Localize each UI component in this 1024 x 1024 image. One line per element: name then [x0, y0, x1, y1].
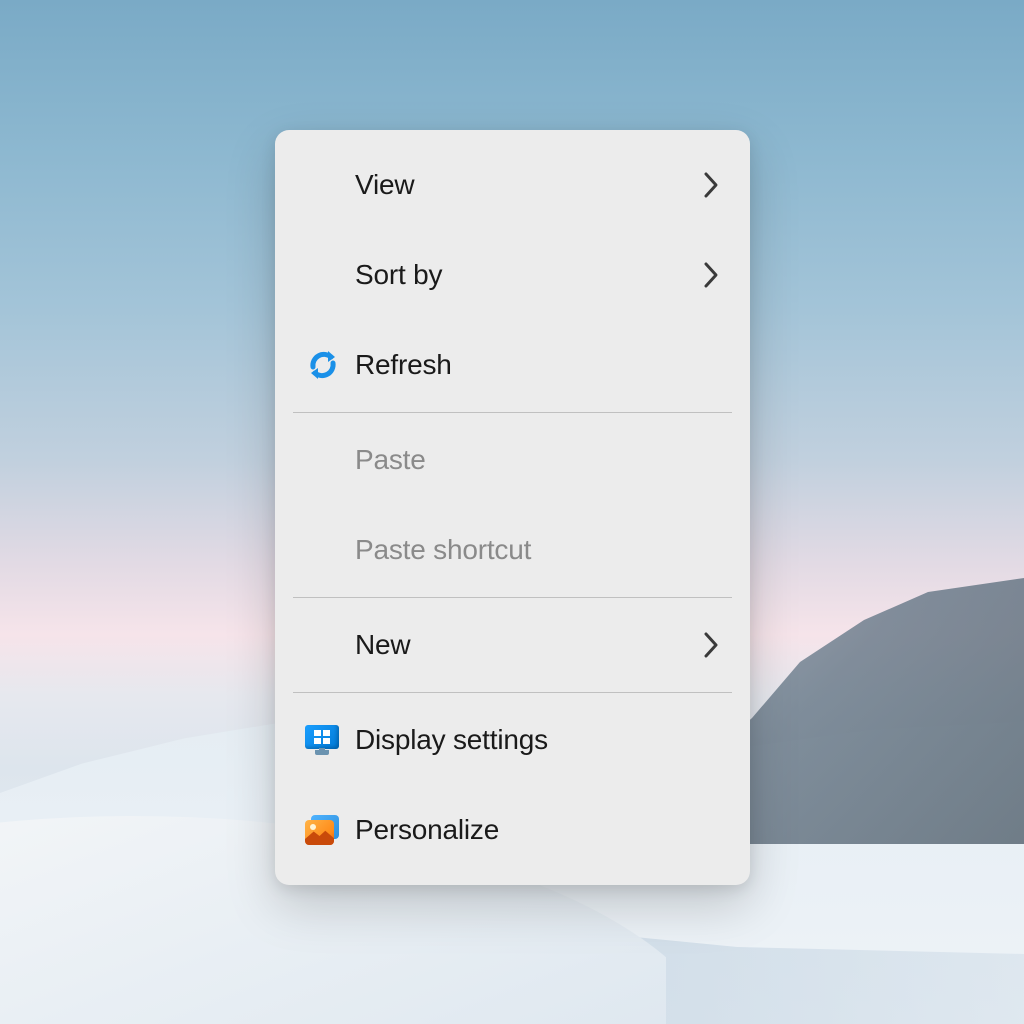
chevron-right-icon — [702, 260, 720, 290]
menu-label: Refresh — [355, 349, 720, 381]
menu-item-display-settings[interactable]: Display settings — [275, 695, 750, 785]
chevron-right-icon — [702, 170, 720, 200]
menu-label: Paste — [355, 444, 720, 476]
menu-separator — [293, 597, 732, 598]
menu-item-paste-shortcut: Paste shortcut — [275, 505, 750, 595]
menu-label: Personalize — [355, 814, 720, 846]
menu-item-view[interactable]: View — [275, 140, 750, 230]
desktop-wallpaper-ridge — [704, 564, 1024, 844]
menu-label: View — [355, 169, 702, 201]
menu-label: New — [355, 629, 702, 661]
desktop-context-menu: View Sort by Refresh Paste — [275, 130, 750, 885]
chevron-right-icon — [702, 630, 720, 660]
menu-item-refresh[interactable]: Refresh — [275, 320, 750, 410]
menu-separator — [293, 692, 732, 693]
menu-item-sort-by[interactable]: Sort by — [275, 230, 750, 320]
menu-item-new[interactable]: New — [275, 600, 750, 690]
display-settings-icon — [305, 725, 355, 755]
menu-separator — [293, 412, 732, 413]
personalize-icon — [305, 815, 355, 845]
menu-item-paste: Paste — [275, 415, 750, 505]
refresh-icon — [305, 347, 355, 383]
menu-label: Display settings — [355, 724, 720, 756]
menu-label: Sort by — [355, 259, 702, 291]
menu-item-personalize[interactable]: Personalize — [275, 785, 750, 875]
menu-label: Paste shortcut — [355, 534, 720, 566]
